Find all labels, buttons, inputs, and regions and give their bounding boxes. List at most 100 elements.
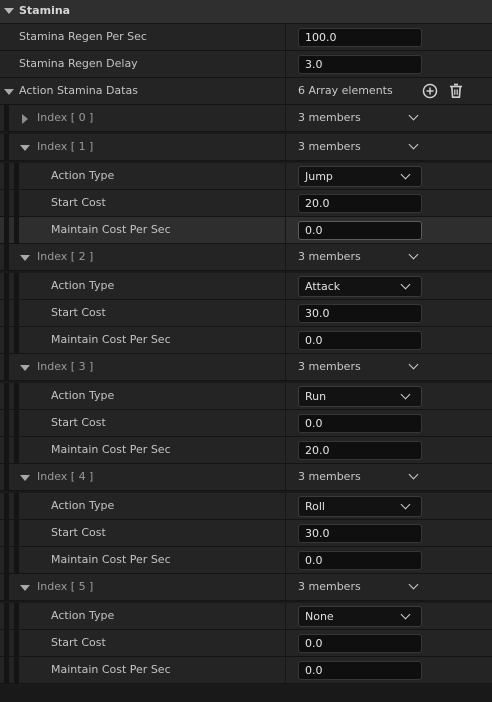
array-element-header[interactable]: Index [ 2 ] 3 members [0, 244, 492, 271]
column-splitter[interactable] [285, 273, 286, 299]
start-cost-input[interactable]: 30.0 [298, 524, 422, 543]
action-type-dropdown[interactable]: Roll [298, 496, 422, 517]
collapse-arrow-icon[interactable] [20, 475, 30, 481]
action-type-dropdown[interactable]: Run [298, 386, 422, 407]
column-splitter[interactable] [285, 547, 286, 573]
column-splitter[interactable] [285, 300, 286, 326]
collapse-arrow-icon[interactable] [20, 585, 30, 591]
indent-bar [14, 520, 19, 546]
indent-bar [14, 163, 19, 189]
column-splitter[interactable] [285, 51, 286, 77]
array-element-header[interactable]: Index [ 4 ] 3 members [0, 464, 492, 491]
column-splitter[interactable] [285, 657, 286, 683]
maintain-cost-row: Maintain Cost Per Sec 0.0 [0, 217, 492, 244]
start-cost-label: Start Cost [51, 306, 106, 319]
action-type-dropdown[interactable]: Attack [298, 276, 422, 297]
indent-bar [4, 105, 9, 131]
action-type-row: Action Type Jump [0, 163, 492, 190]
array-index-label: Index [ 5 ] [37, 580, 94, 593]
array-index-label: Index [ 1 ] [37, 140, 94, 153]
action-type-dropdown[interactable]: None [298, 606, 422, 627]
maintain-cost-label: Maintain Cost Per Sec [51, 333, 171, 346]
chevron-down-icon [408, 579, 419, 590]
action-type-row: Action Type None [0, 603, 492, 630]
array-element-header[interactable]: Index [ 3 ] 3 members [0, 354, 492, 381]
start-cost-row: Start Cost 30.0 [0, 300, 492, 327]
members-dropdown[interactable]: 3 members [298, 579, 419, 593]
column-splitter[interactable] [285, 105, 286, 131]
start-cost-row: Start Cost 0.0 [0, 630, 492, 657]
column-splitter[interactable] [285, 163, 286, 189]
maintain-cost-input[interactable]: 0.0 [298, 661, 422, 680]
action-type-dropdown[interactable]: Jump [298, 166, 422, 187]
column-splitter[interactable] [285, 464, 286, 490]
regen-delay-input[interactable]: 3.0 [298, 55, 422, 74]
maintain-cost-input[interactable]: 20.0 [298, 441, 422, 460]
maintain-cost-label: Maintain Cost Per Sec [51, 223, 171, 236]
column-splitter[interactable] [285, 520, 286, 546]
action-type-label: Action Type [51, 609, 115, 622]
members-dropdown[interactable]: 3 members [298, 359, 419, 373]
stamina-section-header[interactable]: Stamina [0, 0, 492, 24]
start-cost-input[interactable]: 20.0 [298, 194, 422, 213]
action-type-value: None [305, 610, 334, 623]
members-dropdown[interactable]: 3 members [298, 110, 419, 124]
members-dropdown[interactable]: 3 members [298, 469, 419, 483]
members-dropdown[interactable]: 3 members [298, 139, 419, 153]
start-cost-input[interactable]: 0.0 [298, 414, 422, 433]
column-splitter[interactable] [285, 24, 286, 50]
column-splitter[interactable] [285, 603, 286, 629]
expand-arrow-icon[interactable] [22, 114, 28, 124]
start-cost-input[interactable]: 30.0 [298, 304, 422, 323]
collapse-arrow-icon[interactable] [20, 255, 30, 261]
delete-all-button[interactable] [447, 82, 465, 100]
column-splitter[interactable] [285, 630, 286, 656]
action-type-row: Action Type Run [0, 383, 492, 410]
column-splitter[interactable] [285, 327, 286, 353]
maintain-cost-row: Maintain Cost Per Sec 0.0 [0, 327, 492, 354]
indent-bar [4, 657, 9, 683]
array-count: 6 Array elements [298, 84, 393, 97]
indent-bar [14, 190, 19, 216]
indent-bar [4, 520, 9, 546]
array-index-label: Index [ 4 ] [37, 470, 94, 483]
column-splitter[interactable] [285, 574, 286, 600]
collapse-arrow-icon[interactable] [20, 145, 30, 151]
members-dropdown[interactable]: 3 members [298, 249, 419, 263]
expand-arrow-icon[interactable] [4, 89, 14, 95]
maintain-cost-input[interactable]: 0.0 [298, 551, 422, 570]
members-count: 3 members [298, 580, 361, 593]
array-element-header[interactable]: Index [ 0 ] 3 members [0, 105, 492, 132]
regen-per-sec-input[interactable]: 100.0 [298, 28, 422, 47]
indent-bar [14, 493, 19, 519]
column-splitter[interactable] [285, 437, 286, 463]
action-type-label: Action Type [51, 279, 115, 292]
collapse-arrow-icon[interactable] [20, 365, 30, 371]
members-count: 3 members [298, 111, 361, 124]
array-element-header[interactable]: Index [ 5 ] 3 members [0, 574, 492, 601]
section-title: Stamina [19, 4, 71, 17]
chevron-down-icon [408, 469, 419, 480]
array-index-label: Index [ 0 ] [37, 111, 94, 124]
column-splitter[interactable] [285, 383, 286, 409]
column-splitter[interactable] [285, 190, 286, 216]
members-count: 3 members [298, 140, 361, 153]
regen-per-sec-row: Stamina Regen Per Sec 100.0 [0, 24, 492, 51]
indent-bar [4, 464, 9, 490]
column-splitter[interactable] [285, 354, 286, 380]
action-type-label: Action Type [51, 499, 115, 512]
maintain-cost-input[interactable]: 0.0 [298, 331, 422, 350]
column-splitter[interactable] [285, 410, 286, 436]
column-splitter[interactable] [285, 244, 286, 270]
array-label: Action Stamina Datas [19, 84, 138, 97]
collapse-arrow-icon[interactable] [4, 8, 14, 14]
chevron-down-icon [400, 389, 411, 400]
maintain-cost-input[interactable]: 0.0 [298, 221, 422, 240]
column-splitter[interactable] [285, 134, 286, 160]
column-splitter[interactable] [285, 217, 286, 243]
column-splitter[interactable] [285, 78, 286, 104]
add-element-button[interactable] [421, 82, 439, 100]
column-splitter[interactable] [285, 493, 286, 519]
array-element-header[interactable]: Index [ 1 ] 3 members [0, 134, 492, 161]
start-cost-input[interactable]: 0.0 [298, 634, 422, 653]
